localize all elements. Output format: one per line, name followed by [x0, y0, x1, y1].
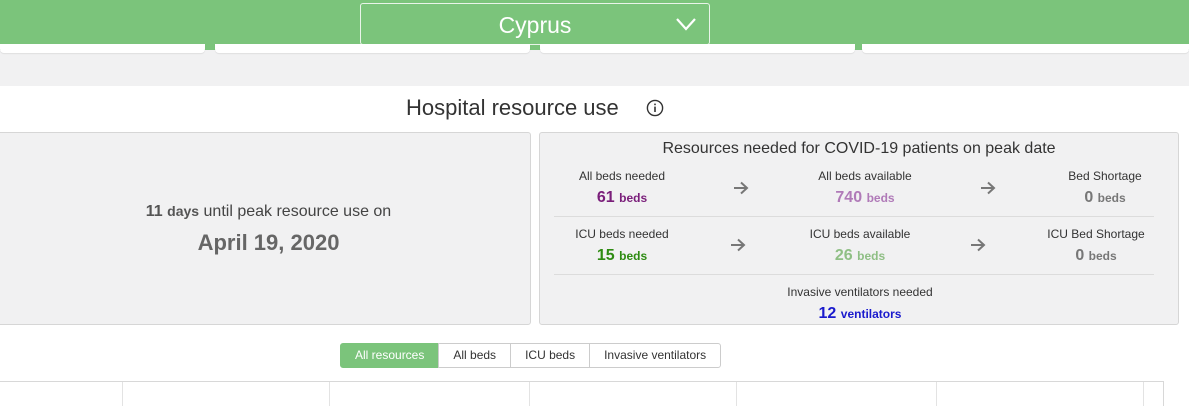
chart-gridline — [936, 382, 937, 406]
icu-beds-needed-label: ICU beds needed — [575, 227, 669, 241]
summary-tab-card[interactable] — [540, 44, 855, 53]
chart-gridline — [1143, 382, 1144, 406]
chart-gridline — [329, 382, 330, 406]
icu-bed-shortage-value: 0 beds — [1075, 247, 1117, 264]
resources-title: Resources needed for COVID-19 patients o… — [662, 140, 1056, 157]
chart-frame-top — [0, 381, 1164, 382]
resource-filter-group: All resources All beds ICU beds Invasive… — [340, 343, 722, 368]
icu-bed-shortage-label: ICU Bed Shortage — [1047, 227, 1145, 241]
peak-countdown: 11 days until peak resource use on — [0, 203, 530, 221]
ventilators-needed-value: 12 ventilators — [818, 305, 902, 322]
top-bar: Cyprus — [0, 0, 1189, 50]
all-beds-available-value: 740 beds — [835, 189, 895, 206]
all-beds-needed-value: 61 beds — [596, 189, 648, 206]
region-select-label: Cyprus — [498, 12, 572, 38]
bed-shortage: Bed Shortage 0 beds — [1050, 169, 1160, 207]
summary-tab-card[interactable] — [862, 44, 1189, 53]
all-beds-needed: All beds needed 61 beds — [562, 169, 682, 207]
arrow-right-icon — [731, 238, 746, 252]
ventilators-needed-label: Invasive ventilators needed — [787, 285, 933, 299]
region-select[interactable]: Cyprus — [360, 3, 710, 45]
filter-all-resources[interactable]: All resources — [340, 343, 440, 368]
resources-card: Resources needed for COVID-19 patients o… — [539, 132, 1179, 325]
arrow-right-icon — [971, 238, 986, 252]
icu-beds-needed: ICU beds needed 15 beds — [562, 227, 682, 265]
peak-days-value: 11 — [145, 203, 163, 220]
arrow-right-icon — [734, 181, 749, 195]
row-divider — [554, 274, 1154, 275]
summary-tab-card[interactable] — [0, 44, 205, 53]
all-beds-available-label: All beds available — [818, 169, 912, 183]
section-title: Hospital resource use — [406, 95, 619, 120]
bed-shortage-value: 0 beds — [1084, 189, 1126, 206]
chart-gridline — [736, 382, 737, 406]
arrow-right-icon — [981, 181, 996, 195]
icu-beds-needed-value: 15 beds — [596, 247, 648, 264]
all-beds-available: All beds available 740 beds — [800, 169, 930, 207]
icu-beds-available-value: 26 beds — [834, 247, 886, 264]
bed-shortage-label: Bed Shortage — [1068, 169, 1142, 183]
chart-frame-right — [1163, 381, 1164, 406]
peak-days-unit: days — [167, 203, 200, 219]
icu-bed-shortage: ICU Bed Shortage 0 beds — [1036, 227, 1156, 265]
chart-gridline — [529, 382, 530, 406]
peak-date: April 19, 2020 — [197, 230, 340, 255]
filter-invasive-ventilators[interactable]: Invasive ventilators — [589, 343, 722, 368]
peak-text: until peak resource use on — [203, 203, 392, 220]
filter-icu-beds[interactable]: ICU beds — [510, 343, 591, 368]
info-circle-icon[interactable] — [646, 99, 664, 117]
chevron-down-icon — [676, 18, 696, 31]
all-beds-needed-label: All beds needed — [578, 169, 666, 183]
ventilators-needed: Invasive ventilators needed 12 ventilato… — [760, 285, 960, 323]
filter-all-beds[interactable]: All beds — [438, 343, 512, 368]
peak-date-card: 11 days until peak resource use on April… — [0, 132, 531, 325]
icu-beds-available: ICU beds available 26 beds — [795, 227, 925, 265]
row-divider — [554, 216, 1154, 217]
icu-beds-available-label: ICU beds available — [809, 227, 911, 241]
summary-tab-card[interactable] — [215, 44, 530, 53]
chart-gridline — [122, 382, 123, 406]
